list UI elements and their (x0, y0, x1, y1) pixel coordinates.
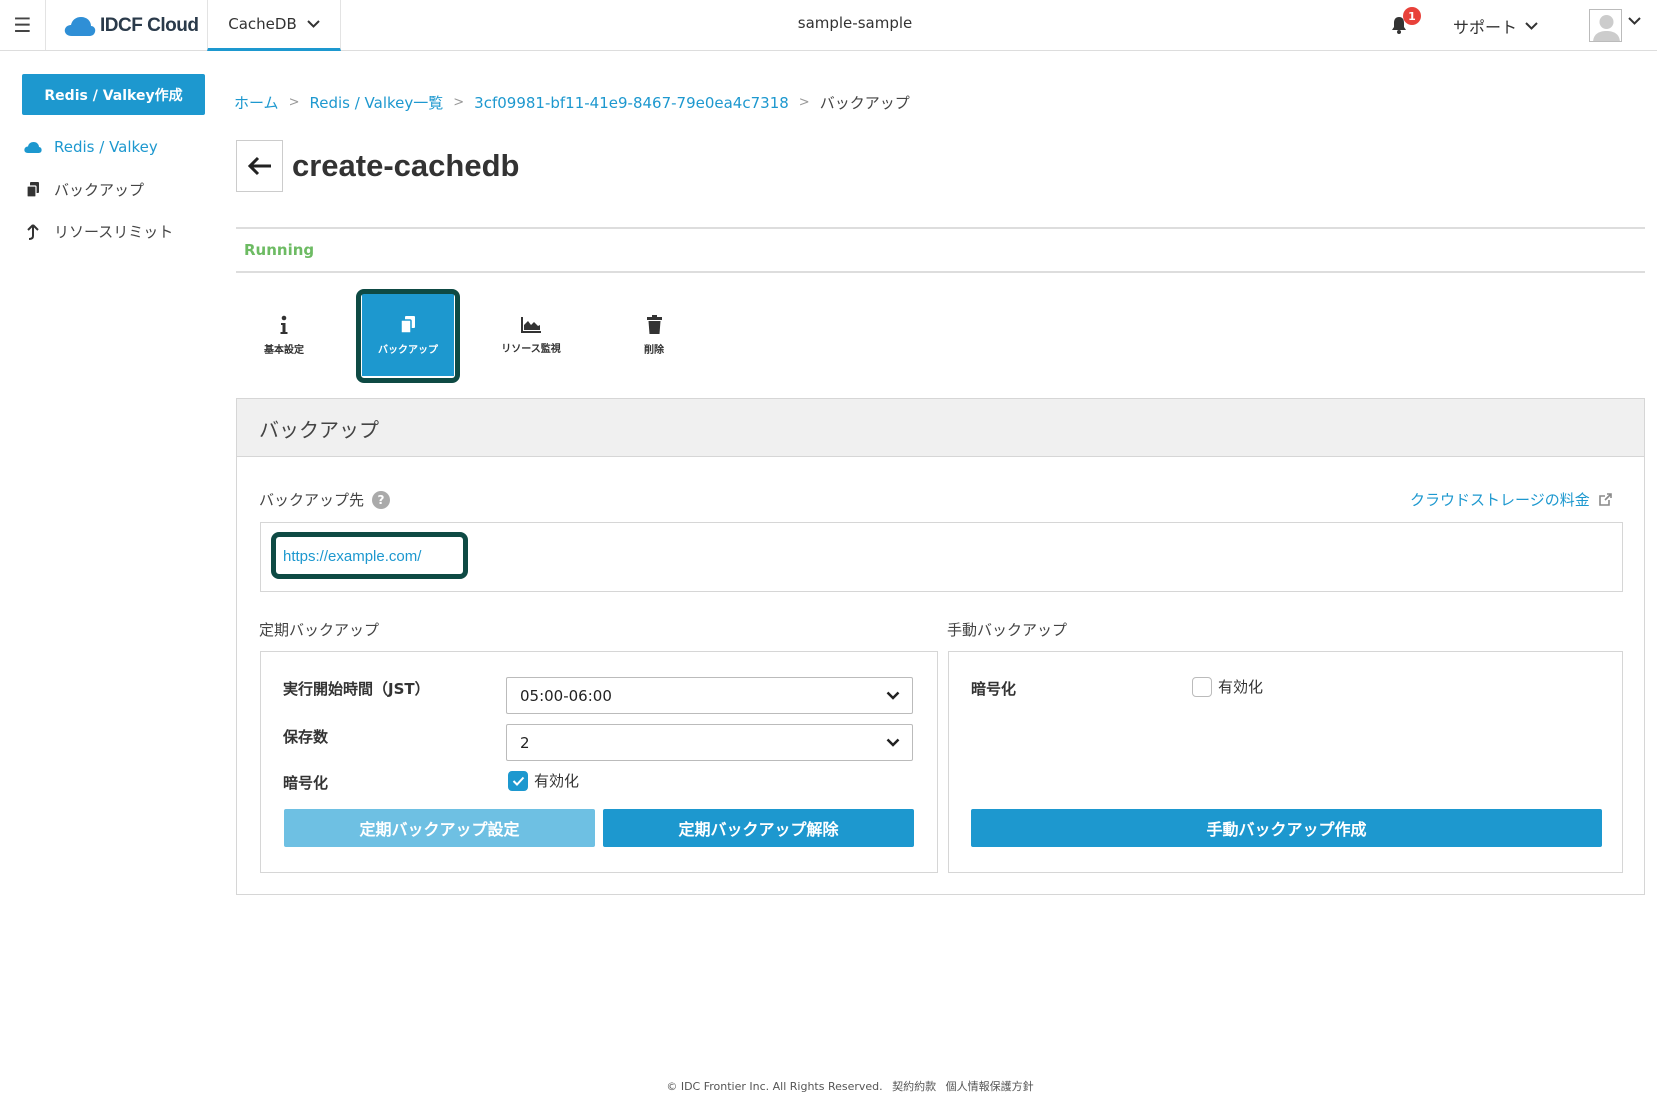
check-icon (512, 776, 524, 786)
tab-resource-monitoring[interactable]: リソース監視 (485, 294, 577, 376)
product-label: CacheDB (228, 15, 297, 33)
breadcrumb-home[interactable]: ホーム (234, 92, 279, 113)
footer-privacy-link[interactable]: 個人情報保護方針 (946, 1080, 1034, 1093)
sidebar-item-redis-valkey[interactable]: Redis / Valkey (24, 138, 158, 156)
tab-label: 削除 (644, 344, 664, 356)
cloud-storage-pricing-link[interactable]: クラウドストレージの料金 (1410, 489, 1613, 510)
arrow-left-icon (247, 156, 271, 176)
destination-label-text: バックアップ先 (259, 491, 365, 509)
hamburger-menu-icon[interactable]: ☰ (0, 0, 46, 50)
scheduled-encrypt-checkbox[interactable] (508, 770, 528, 791)
top-bar: ☰ IDCF Cloud CacheDB sample-sample 1 サポー… (0, 0, 1657, 51)
manual-encrypt-label: 暗号化 (971, 680, 1017, 698)
backup-destination-label: バックアップ先 ? (259, 489, 391, 510)
start-time-select[interactable]: 05:00-06:00 (506, 677, 913, 714)
copy-icon (24, 181, 42, 199)
storage-link-text: クラウドストレージの料金 (1410, 491, 1590, 509)
scheduled-encrypt-label: 暗号化 (283, 774, 329, 792)
sidebar-item-label: Redis / Valkey (54, 138, 158, 156)
tab-delete[interactable]: 削除 (608, 294, 700, 376)
start-time-value: 05:00-06:00 (520, 686, 612, 705)
back-button[interactable] (236, 140, 283, 192)
trash-icon (646, 314, 662, 334)
user-icon (1593, 15, 1620, 41)
sidebar-item-resource-limit[interactable]: リソースリミット (24, 221, 173, 242)
breadcrumb-separator: > (798, 95, 810, 110)
sidebar-item-label: バックアップ (54, 181, 145, 199)
breadcrumb-instance-id[interactable]: 3cf09981-bf11-41e9-8467-79e0ea4c7318 (474, 94, 789, 112)
notification-badge: 1 (1403, 7, 1421, 25)
breadcrumb-separator: > (288, 95, 300, 110)
tab-basic-settings[interactable]: 基本設定 (238, 294, 330, 376)
status-badge: Running (244, 241, 315, 259)
external-link-icon (1598, 493, 1612, 506)
scheduled-encrypt-option: 有効化 (534, 772, 580, 790)
cancel-scheduled-backup-button[interactable]: 定期バックアップ解除 (603, 809, 914, 847)
manual-encrypt-option: 有効化 (1218, 678, 1264, 696)
product-selector[interactable]: CacheDB (207, 0, 341, 51)
retention-select[interactable]: 2 (506, 724, 913, 761)
footer-terms-link[interactable]: 契約約款 (892, 1080, 936, 1093)
info-icon (280, 315, 288, 334)
sidebar-item-label: リソースリミット (54, 223, 174, 241)
sidebar-item-backup[interactable]: バックアップ (24, 179, 144, 200)
tab-label: リソース監視 (501, 343, 561, 355)
support-label: サポート (1453, 18, 1518, 37)
manual-encrypt-checkbox-row[interactable]: 有効化 (1192, 676, 1263, 697)
footer-copyright: © IDC Frontier Inc. All Rights Reserved. (666, 1080, 883, 1093)
breadcrumb-list[interactable]: Redis / Valkey一覧 (309, 92, 443, 113)
retention-label: 保存数 (283, 728, 329, 746)
chevron-down-icon (307, 20, 320, 28)
breadcrumb: ホーム > Redis / Valkey一覧 > 3cf09981-bf11-4… (234, 92, 910, 113)
panel-title: バックアップ (259, 418, 379, 442)
scheduled-encrypt-checkbox-row[interactable]: 有効化 (508, 770, 579, 791)
logo-text: IDCF Cloud (100, 15, 199, 36)
create-redis-valkey-button[interactable]: Redis / Valkey作成 (22, 74, 205, 115)
highlight-ring (271, 532, 468, 579)
area-chart-icon (521, 316, 541, 333)
status-bar: Running (236, 227, 1645, 273)
panel-header: バックアップ (237, 399, 1644, 457)
scheduled-backup-label: 定期バックアップ (259, 621, 380, 639)
retention-value: 2 (520, 733, 530, 752)
logo[interactable]: IDCF Cloud (64, 12, 199, 40)
page-title: create-cachedb (292, 148, 520, 183)
avatar[interactable] (1589, 9, 1622, 42)
cloud-icon (24, 138, 42, 156)
breadcrumb-separator: > (453, 95, 465, 110)
chevron-down-icon (886, 738, 900, 747)
create-manual-backup-button[interactable]: 手動バックアップ作成 (971, 809, 1602, 847)
chevron-down-icon (886, 691, 900, 700)
start-time-label: 実行開始時間（JST） (283, 680, 430, 698)
set-scheduled-backup-button[interactable]: 定期バックアップ設定 (284, 809, 595, 847)
help-icon[interactable]: ? (372, 490, 391, 509)
highlight-ring (356, 289, 460, 383)
tab-label: 基本設定 (264, 344, 304, 356)
footer: © IDC Frontier Inc. All Rights Reserved.… (0, 1078, 1657, 1094)
manual-encrypt-checkbox[interactable] (1192, 676, 1212, 697)
chevron-down-icon (1525, 22, 1538, 30)
project-name[interactable]: sample-sample (700, 14, 1010, 32)
support-menu[interactable]: サポート (1453, 14, 1538, 38)
breadcrumb-current: バックアップ (819, 94, 910, 112)
chevron-down-icon[interactable] (1628, 17, 1641, 25)
cloud-logo-icon (64, 17, 96, 36)
arrow-up-icon (24, 223, 42, 241)
manual-backup-label: 手動バックアップ (947, 621, 1068, 639)
